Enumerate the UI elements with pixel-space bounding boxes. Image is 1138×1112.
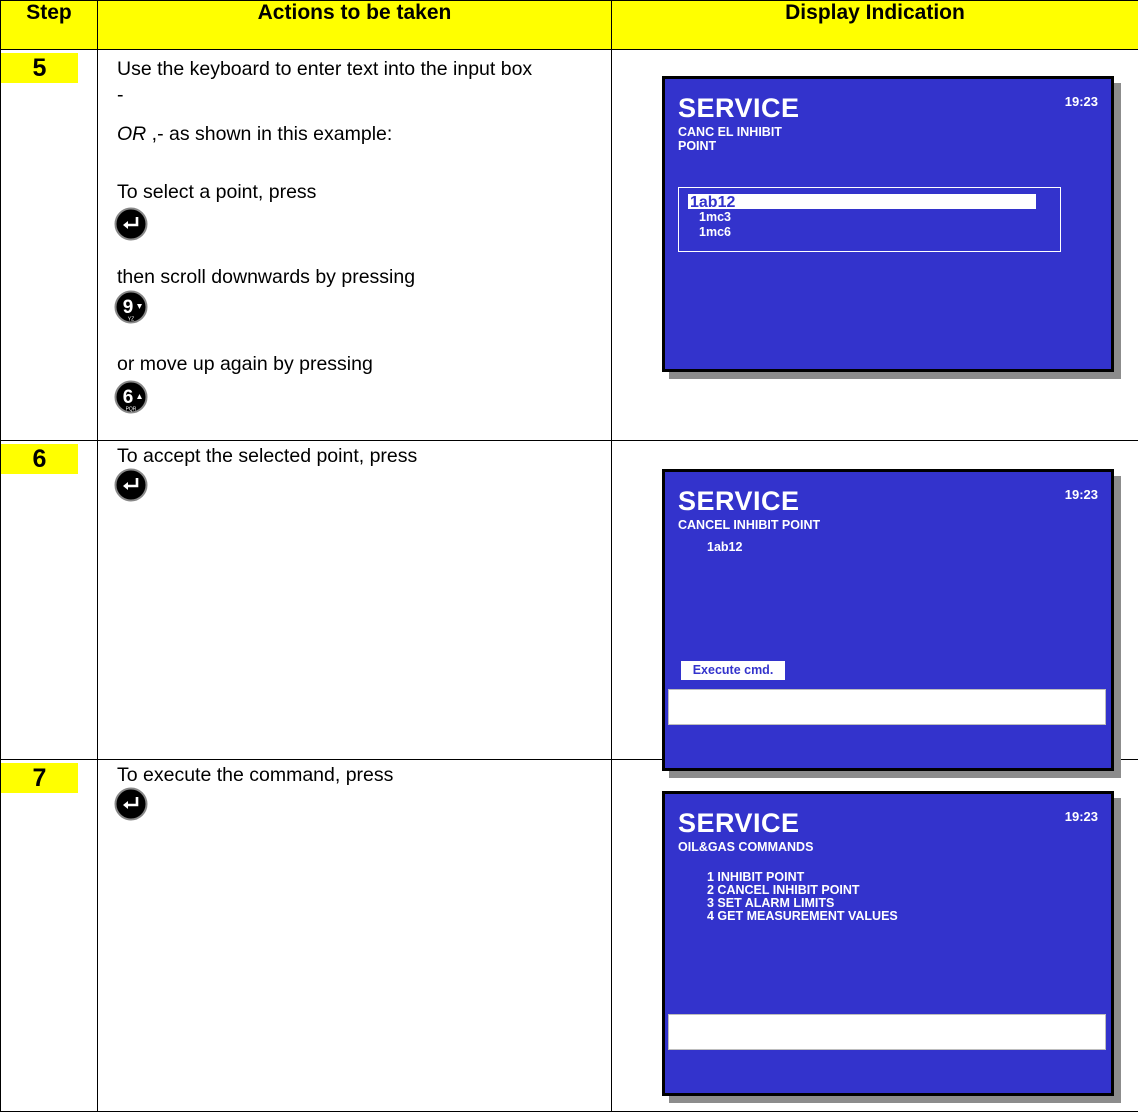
or-separator: ,- [152,123,164,145]
step-cell: 5 [1,50,98,441]
key-letters: YZ [128,317,134,323]
display-screen: SERVICE 19:23 CANCEL INHIBIT POINT 1ab12… [662,469,1114,771]
enter-key-icon [114,207,148,241]
screen-clock: 19:23 [1065,809,1098,824]
command-bar [668,1014,1106,1050]
key-digit: 6 [123,387,134,408]
command-bar [668,689,1106,725]
step-cell: 7 [1,760,98,1112]
step-header: Step [1,1,98,50]
screen-subtitle: CANC EL INHIBIT [678,125,782,139]
instruction-text: or move up again by pressing [117,353,373,376]
actions-cell: Use the keyboard to enter text into the … [98,50,612,441]
instruction-text: - [117,84,124,107]
enter-key-icon [114,787,148,821]
key-digit: 9 [123,297,134,318]
screen-subtitle: OIL&GAS COMMANDS [678,840,813,854]
menu-item[interactable]: 4 GET MEASUREMENT VALUES [707,910,898,923]
screen-clock: 19:23 [1065,487,1098,502]
display-screen: SERVICE 19:23 CANC EL INHIBIT POINT 1ab1… [662,76,1114,372]
list-item[interactable]: 1mc3 [699,210,731,225]
nine-key-icon: 9 YZ [114,290,148,324]
list-item-label: 1ab12 [690,194,735,211]
screen-title: SERVICE [678,93,800,124]
actions-cell: To execute the command, press [98,760,612,1112]
six-key-icon: 6 PQR [114,380,148,414]
actions-cell: To accept the selected point, press [98,441,612,760]
screen-title: SERVICE [678,808,800,839]
or-word: OR [117,123,146,145]
list-item-selected[interactable]: 1ab12 [688,194,1036,209]
instruction-text: as shown in this example: [169,123,392,145]
display-screen: SERVICE 19:23 OIL&GAS COMMANDS 1 INHIBIT… [662,791,1114,1096]
step-number: 6 [1,444,78,474]
screen-subtitle: CANCEL INHIBIT POINT [678,518,820,532]
instruction-text: To accept the selected point, press [117,445,417,468]
list-item[interactable]: 1mc6 [699,225,731,240]
selected-point-value: 1ab12 [707,540,742,555]
screen-subtitle: POINT [678,139,716,153]
instruction-text: Use the keyboard to enter text into the … [117,58,532,81]
step-number: 7 [1,763,78,793]
point-listbox[interactable]: 1ab12 1mc3 1mc6 [678,187,1061,252]
enter-key-icon [114,468,148,502]
instruction-text: OR ,- as shown in this example: [117,123,392,146]
step-number: 5 [1,53,78,83]
display-header: Display Indication [612,1,1138,50]
instruction-text: To select a point, press [117,181,316,204]
actions-header: Actions to be taken [98,1,612,50]
screen-clock: 19:23 [1065,94,1098,109]
instruction-text: To execute the command, press [117,764,393,787]
execute-cmd-button[interactable]: Execute cmd. [681,661,785,680]
step-cell: 6 [1,441,98,760]
key-letters: PQR [126,407,137,413]
screen-title: SERVICE [678,486,800,517]
header-row: Step Actions to be taken Display Indicat… [1,1,1138,50]
instruction-text: then scroll downwards by pressing [117,266,415,289]
